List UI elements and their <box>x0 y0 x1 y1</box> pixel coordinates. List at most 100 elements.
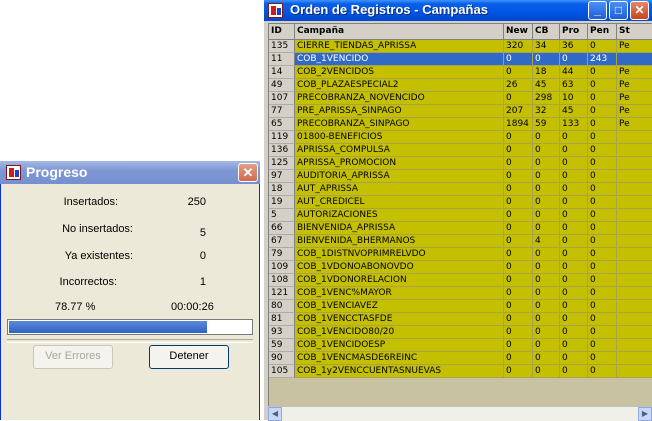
table-row[interactable]: 108 COB_1VDONORELACION 0 0 0 0 <box>269 274 652 287</box>
cell-pen[interactable]: 0 <box>588 105 617 118</box>
cell-pro[interactable]: 0 <box>560 287 588 300</box>
cell-new[interactable]: 0 <box>504 170 533 183</box>
cell-id[interactable]: 49 <box>269 79 295 92</box>
cell-st[interactable] <box>617 235 652 248</box>
cell-pro[interactable]: 0 <box>560 352 588 365</box>
cell-pen[interactable]: 0 <box>588 274 617 287</box>
column-header-pro[interactable]: Pro <box>560 24 588 39</box>
cell-new[interactable]: 0 <box>504 339 533 352</box>
cell-st[interactable] <box>617 339 652 352</box>
cell-st[interactable] <box>617 274 652 287</box>
cell-pen[interactable]: 0 <box>588 118 617 131</box>
cell-pro[interactable]: 10 <box>560 92 588 105</box>
cell-new[interactable]: 0 <box>504 365 533 378</box>
cell-pen[interactable]: 0 <box>588 248 617 261</box>
cell-cb[interactable]: 0 <box>533 248 560 261</box>
cell-id[interactable]: 19 <box>269 196 295 209</box>
cell-st[interactable] <box>617 222 652 235</box>
table-row[interactable]: 121 COB_1VENC%MAYOR 0 0 0 0 <box>269 287 652 300</box>
maximize-icon[interactable]: □ <box>609 1 628 20</box>
ver-errores-button[interactable]: Ver Errores <box>33 345 113 369</box>
cell-new[interactable]: 0 <box>504 274 533 287</box>
cell-cb[interactable]: 0 <box>533 170 560 183</box>
cell-id[interactable]: 80 <box>269 300 295 313</box>
cell-id[interactable]: 93 <box>269 326 295 339</box>
cell-cb[interactable]: 0 <box>533 209 560 222</box>
cell-new[interactable]: 0 <box>504 131 533 144</box>
table-row[interactable]: 11 COB_1VENCIDO 0 0 0 243 <box>269 53 652 66</box>
table-row[interactable]: 14 COB_2VENCIDOS 0 18 44 0 Pe <box>269 66 652 79</box>
cell-id[interactable]: 135 <box>269 40 295 53</box>
cell-campaign[interactable]: COB_1VENCCTASFDE <box>295 313 504 326</box>
cell-st[interactable] <box>617 300 652 313</box>
cell-pro[interactable]: 45 <box>560 105 588 118</box>
cell-campaign[interactable]: AUT_CREDICEL <box>295 196 504 209</box>
cell-new[interactable]: 0 <box>504 313 533 326</box>
column-header-cb[interactable]: CB <box>533 24 560 39</box>
table-row[interactable]: 119 01800-BENEFICIOS 0 0 0 0 <box>269 131 652 144</box>
minimize-icon[interactable]: _ <box>588 1 607 20</box>
cell-st[interactable] <box>617 157 652 170</box>
cell-campaign[interactable]: COB_1VENCIAVEZ <box>295 300 504 313</box>
cell-campaign[interactable]: PRE_APRISSA_SINPAGO <box>295 105 504 118</box>
cell-pro[interactable]: 0 <box>560 248 588 261</box>
cell-pro[interactable]: 133 <box>560 118 588 131</box>
cell-campaign[interactable]: AUT_APRISSA <box>295 183 504 196</box>
cell-campaign[interactable]: PRECOBRANZA_NOVENCIDO <box>295 92 504 105</box>
cell-campaign[interactable]: BIENVENIDA_APRISSA <box>295 222 504 235</box>
cell-st[interactable] <box>617 196 652 209</box>
scroll-left-icon[interactable]: ◀ <box>268 407 282 421</box>
cell-campaign[interactable]: COB_1VENCIDO <box>295 53 504 66</box>
table-row[interactable]: 93 COB_1VENCIDO80/20 0 0 0 0 <box>269 326 652 339</box>
cell-cb[interactable]: 4 <box>533 235 560 248</box>
cell-cb[interactable]: 32 <box>533 105 560 118</box>
cell-pro[interactable]: 63 <box>560 79 588 92</box>
column-header-campana[interactable]: Campaña <box>295 24 504 39</box>
cell-st[interactable] <box>617 53 652 66</box>
cell-pro[interactable]: 0 <box>560 365 588 378</box>
cell-cb[interactable]: 59 <box>533 118 560 131</box>
close-icon[interactable]: ✕ <box>238 163 258 182</box>
cell-pen[interactable]: 0 <box>588 40 617 53</box>
cell-pro[interactable]: 0 <box>560 183 588 196</box>
table-row[interactable]: 59 COB_1VENCIDOESP 0 0 0 0 <box>269 339 652 352</box>
cell-campaign[interactable]: COB_1VENC%MAYOR <box>295 287 504 300</box>
cell-new[interactable]: 0 <box>504 209 533 222</box>
cell-pro[interactable]: 0 <box>560 144 588 157</box>
cell-pen[interactable]: 0 <box>588 261 617 274</box>
cell-id[interactable]: 18 <box>269 183 295 196</box>
cell-cb[interactable]: 0 <box>533 183 560 196</box>
cell-st[interactable] <box>617 248 652 261</box>
cell-st[interactable]: Pe <box>617 105 652 118</box>
main-titlebar[interactable]: Orden de Registros - Campañas _ □ ✕ <box>264 0 652 21</box>
cell-pen[interactable]: 0 <box>588 183 617 196</box>
cell-id[interactable]: 105 <box>269 365 295 378</box>
cell-pro[interactable]: 0 <box>560 235 588 248</box>
cell-pen[interactable]: 0 <box>588 222 617 235</box>
cell-st[interactable]: Pe <box>617 79 652 92</box>
cell-id[interactable]: 121 <box>269 287 295 300</box>
cell-pro[interactable]: 0 <box>560 339 588 352</box>
cell-campaign[interactable]: BIENVENIDA_BHERMANOS <box>295 235 504 248</box>
cell-st[interactable] <box>617 287 652 300</box>
cell-pen[interactable]: 0 <box>588 92 617 105</box>
cell-campaign[interactable]: COB_1VENCIDOESP <box>295 339 504 352</box>
cell-pen[interactable]: 0 <box>588 326 617 339</box>
cell-st[interactable]: Pe <box>617 92 652 105</box>
cell-st[interactable] <box>617 131 652 144</box>
table-row[interactable]: 5 AUTORIZACIONES 0 0 0 0 <box>269 209 652 222</box>
table-row[interactable]: 65 PRECOBRANZA_SINPAGO 1894 59 133 0 Pe <box>269 118 652 131</box>
cell-id[interactable]: 125 <box>269 157 295 170</box>
cell-st[interactable] <box>617 352 652 365</box>
cell-pro[interactable]: 0 <box>560 196 588 209</box>
cell-pen[interactable]: 243 <box>588 53 617 66</box>
cell-cb[interactable]: 0 <box>533 300 560 313</box>
campaign-grid[interactable]: ID Campaña New CB Pro Pen St 135 CIERRE_T… <box>268 23 652 407</box>
cell-campaign[interactable]: AUDITORIA_APRISSA <box>295 170 504 183</box>
cell-campaign[interactable]: COB_1y2VENCCUENTASNUEVAS <box>295 365 504 378</box>
cell-cb[interactable]: 0 <box>533 222 560 235</box>
cell-id[interactable]: 109 <box>269 261 295 274</box>
cell-pro[interactable]: 44 <box>560 66 588 79</box>
table-row[interactable]: 19 AUT_CREDICEL 0 0 0 0 <box>269 196 652 209</box>
cell-cb[interactable]: 0 <box>533 339 560 352</box>
